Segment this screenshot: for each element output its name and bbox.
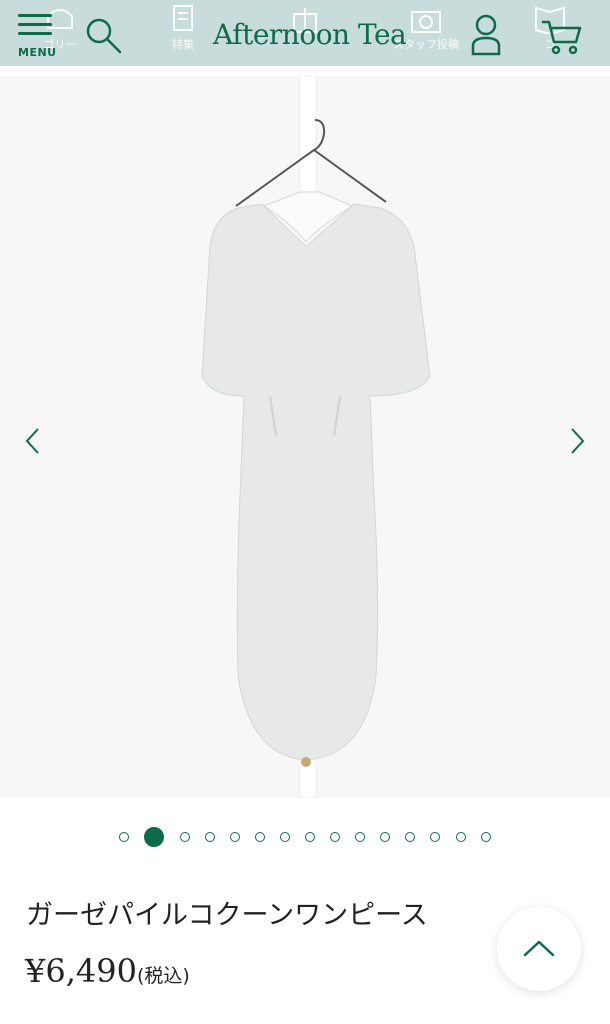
pagination-dot[interactable] bbox=[305, 831, 315, 842]
camera-icon bbox=[411, 11, 441, 33]
pagination-dot[interactable] bbox=[480, 831, 491, 842]
chevron-right-icon bbox=[571, 428, 585, 454]
menu-label: MENU bbox=[18, 46, 57, 59]
menu-button[interactable]: MENU bbox=[18, 14, 62, 60]
nav-feature-label: 特集 bbox=[172, 38, 194, 51]
pagination-dot[interactable] bbox=[330, 831, 341, 842]
gallery-pagination bbox=[0, 826, 610, 847]
pagination-dot[interactable] bbox=[179, 831, 190, 842]
product-title: ガーゼパイルコクーンワンピース bbox=[26, 900, 428, 931]
site-header: ゴリー 特集 スタッフ投稿 コ MENU Afternoon Tea bbox=[0, 0, 610, 66]
search-icon bbox=[86, 18, 122, 54]
pagination-dot[interactable] bbox=[279, 831, 290, 842]
pagination-dot[interactable] bbox=[430, 831, 441, 842]
pagination-dot[interactable] bbox=[254, 831, 265, 842]
pagination-dot[interactable] bbox=[380, 831, 391, 842]
next-image-button[interactable] bbox=[562, 426, 592, 456]
pagination-dot-active[interactable] bbox=[144, 826, 165, 847]
cart-icon bbox=[542, 20, 582, 55]
document-icon bbox=[173, 5, 193, 31]
previous-image-button[interactable] bbox=[18, 426, 48, 456]
user-icon bbox=[471, 14, 501, 56]
pagination-dot[interactable] bbox=[229, 831, 240, 842]
chevron-left-icon bbox=[25, 428, 39, 454]
product-price: ¥6,490(税込) bbox=[25, 952, 190, 990]
nav-feature: 特集 bbox=[143, 4, 223, 52]
back-to-top-button[interactable] bbox=[497, 907, 581, 991]
chevron-up-icon bbox=[523, 940, 555, 957]
product-photo-dress bbox=[0, 76, 610, 798]
site-logo[interactable]: Afternoon Tea bbox=[213, 18, 407, 51]
search-button[interactable] bbox=[84, 16, 124, 56]
price-value: ¥6,490 bbox=[25, 952, 137, 990]
pagination-dot[interactable] bbox=[204, 831, 215, 842]
hamburger-icon bbox=[18, 14, 52, 17]
pagination-dot[interactable] bbox=[355, 831, 366, 842]
hamburger-bar bbox=[18, 32, 52, 35]
header-spacer bbox=[0, 66, 610, 76]
tax-label: (税込) bbox=[136, 965, 190, 987]
pagination-dot[interactable] bbox=[119, 831, 130, 842]
cart-button[interactable] bbox=[540, 18, 582, 56]
account-button[interactable] bbox=[470, 14, 502, 56]
pagination-dot[interactable] bbox=[405, 831, 416, 842]
hamburger-bar bbox=[18, 23, 52, 26]
product-image-gallery[interactable] bbox=[0, 76, 610, 798]
pagination-dot[interactable] bbox=[455, 831, 466, 842]
